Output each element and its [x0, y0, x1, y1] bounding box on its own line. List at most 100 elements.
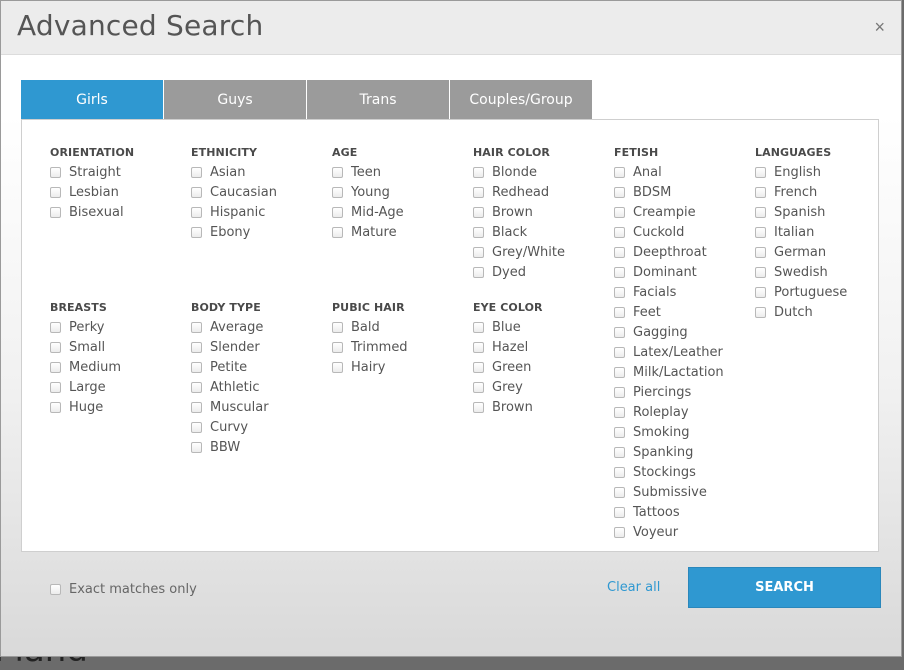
checkbox[interactable] — [614, 166, 625, 178]
option-languages[interactable]: German — [755, 242, 847, 262]
option-fetish[interactable]: Piercings — [614, 382, 724, 402]
option-fetish[interactable]: Stockings — [614, 462, 724, 482]
option-eye-color[interactable]: Green — [473, 357, 543, 377]
checkbox[interactable] — [50, 206, 61, 218]
checkbox[interactable] — [50, 361, 61, 373]
option-hair-color[interactable]: Blonde — [473, 162, 565, 182]
option-ethnicity[interactable]: Caucasian — [191, 182, 277, 202]
option-body-type[interactable]: BBW — [191, 437, 269, 457]
option-ethnicity[interactable]: Hispanic — [191, 202, 277, 222]
option-fetish[interactable]: Dominant — [614, 262, 724, 282]
checkbox[interactable] — [473, 206, 484, 218]
option-body-type[interactable]: Curvy — [191, 417, 269, 437]
checkbox[interactable] — [191, 186, 202, 198]
checkbox[interactable] — [755, 166, 766, 178]
checkbox[interactable] — [755, 306, 766, 318]
option-fetish[interactable]: Smoking — [614, 422, 724, 442]
option-fetish[interactable]: Spanking — [614, 442, 724, 462]
option-languages[interactable]: Portuguese — [755, 282, 847, 302]
checkbox[interactable] — [191, 226, 202, 238]
option-breasts[interactable]: Medium — [50, 357, 121, 377]
checkbox[interactable] — [614, 506, 625, 518]
option-pubic-hair[interactable]: Hairy — [332, 357, 408, 377]
option-breasts[interactable]: Large — [50, 377, 121, 397]
checkbox[interactable] — [473, 266, 484, 278]
option-pubic-hair[interactable]: Trimmed — [332, 337, 408, 357]
close-icon[interactable]: × — [874, 17, 885, 38]
option-fetish[interactable]: Anal — [614, 162, 724, 182]
option-age[interactable]: Young — [332, 182, 404, 202]
option-eye-color[interactable]: Blue — [473, 317, 543, 337]
option-age[interactable]: Teen — [332, 162, 404, 182]
checkbox[interactable] — [614, 346, 625, 358]
checkbox[interactable] — [191, 321, 202, 333]
checkbox[interactable] — [50, 401, 61, 413]
option-fetish[interactable]: Submissive — [614, 482, 724, 502]
checkbox[interactable] — [332, 206, 343, 218]
checkbox[interactable] — [191, 441, 202, 453]
checkbox[interactable] — [191, 401, 202, 413]
exact-matches-checkbox[interactable] — [50, 583, 61, 595]
checkbox[interactable] — [755, 286, 766, 298]
option-body-type[interactable]: Athletic — [191, 377, 269, 397]
checkbox[interactable] — [755, 246, 766, 258]
option-fetish[interactable]: Milk/Lactation — [614, 362, 724, 382]
checkbox[interactable] — [191, 361, 202, 373]
checkbox[interactable] — [332, 226, 343, 238]
option-hair-color[interactable]: Grey/White — [473, 242, 565, 262]
option-orientation[interactable]: Bisexual — [50, 202, 134, 222]
checkbox[interactable] — [614, 366, 625, 378]
checkbox[interactable] — [614, 466, 625, 478]
checkbox[interactable] — [614, 386, 625, 398]
checkbox[interactable] — [191, 421, 202, 433]
search-button[interactable]: SEARCH — [688, 567, 881, 608]
option-breasts[interactable]: Perky — [50, 317, 121, 337]
exact-matches-option[interactable]: Exact matches only — [50, 579, 197, 599]
checkbox[interactable] — [614, 326, 625, 338]
option-fetish[interactable]: Cuckold — [614, 222, 724, 242]
checkbox[interactable] — [332, 166, 343, 178]
option-fetish[interactable]: Gagging — [614, 322, 724, 342]
checkbox[interactable] — [473, 321, 484, 333]
option-fetish[interactable]: Tattoos — [614, 502, 724, 522]
option-hair-color[interactable]: Black — [473, 222, 565, 242]
option-eye-color[interactable]: Hazel — [473, 337, 543, 357]
checkbox[interactable] — [614, 406, 625, 418]
checkbox[interactable] — [473, 361, 484, 373]
tab-trans[interactable]: Trans — [307, 80, 449, 119]
option-ethnicity[interactable]: Ebony — [191, 222, 277, 242]
option-fetish[interactable]: Voyeur — [614, 522, 724, 542]
checkbox[interactable] — [50, 321, 61, 333]
option-body-type[interactable]: Average — [191, 317, 269, 337]
tab-girls[interactable]: Girls — [21, 80, 163, 119]
checkbox[interactable] — [50, 381, 61, 393]
option-orientation[interactable]: Lesbian — [50, 182, 134, 202]
checkbox[interactable] — [473, 401, 484, 413]
checkbox[interactable] — [614, 526, 625, 538]
checkbox[interactable] — [191, 206, 202, 218]
option-languages[interactable]: French — [755, 182, 847, 202]
option-hair-color[interactable]: Brown — [473, 202, 565, 222]
checkbox[interactable] — [473, 381, 484, 393]
tab-couples-group[interactable]: Couples/Group — [450, 80, 592, 119]
checkbox[interactable] — [50, 341, 61, 353]
checkbox[interactable] — [473, 166, 484, 178]
option-ethnicity[interactable]: Asian — [191, 162, 277, 182]
checkbox[interactable] — [473, 246, 484, 258]
option-age[interactable]: Mature — [332, 222, 404, 242]
tab-guys[interactable]: Guys — [164, 80, 306, 119]
checkbox[interactable] — [614, 306, 625, 318]
checkbox[interactable] — [50, 186, 61, 198]
option-body-type[interactable]: Slender — [191, 337, 269, 357]
checkbox[interactable] — [614, 446, 625, 458]
option-fetish[interactable]: Feet — [614, 302, 724, 322]
checkbox[interactable] — [755, 266, 766, 278]
option-breasts[interactable]: Small — [50, 337, 121, 357]
checkbox[interactable] — [191, 381, 202, 393]
checkbox[interactable] — [614, 266, 625, 278]
option-breasts[interactable]: Huge — [50, 397, 121, 417]
checkbox[interactable] — [332, 186, 343, 198]
checkbox[interactable] — [614, 226, 625, 238]
checkbox[interactable] — [614, 186, 625, 198]
option-pubic-hair[interactable]: Bald — [332, 317, 408, 337]
